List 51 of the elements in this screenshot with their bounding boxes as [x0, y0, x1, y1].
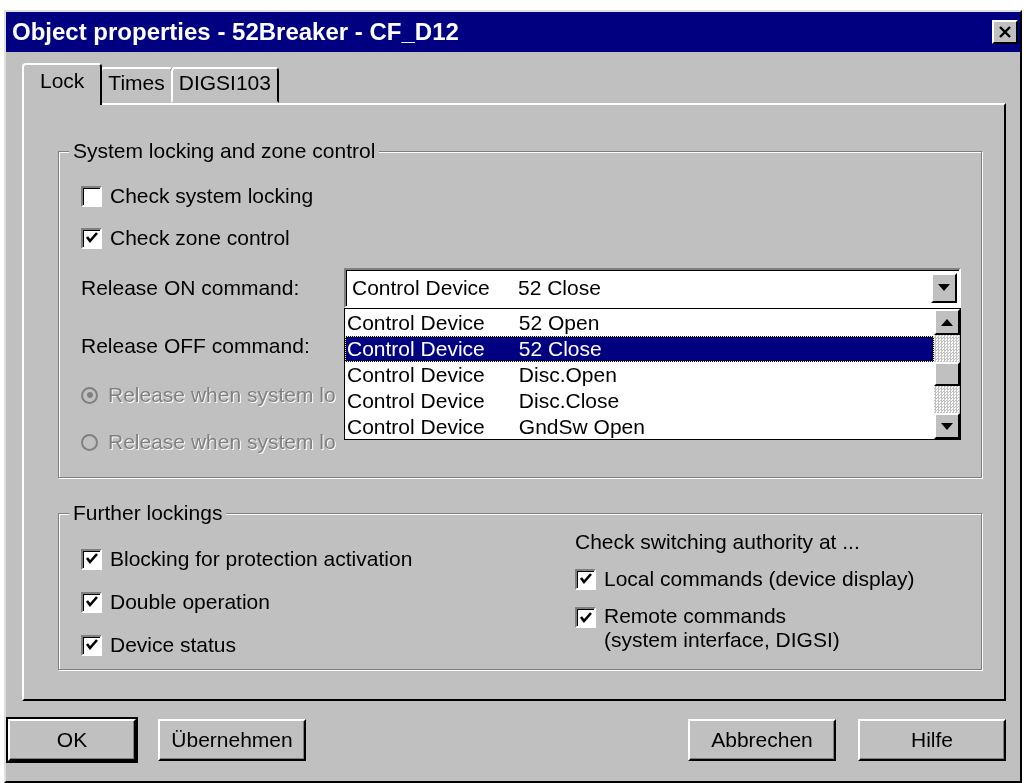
checkbox[interactable]: [81, 548, 102, 570]
radio-label: Release when system lo: [108, 383, 336, 407]
list-item[interactable]: Control Device 52 Close: [345, 336, 934, 362]
scroll-up-button[interactable]: [934, 309, 960, 335]
list-item[interactable]: Control Device GndSw Open: [345, 414, 934, 440]
checkbox[interactable]: [81, 634, 102, 656]
caret-icon: [938, 284, 950, 292]
close-button[interactable]: [992, 20, 1018, 44]
checkbox[interactable]: [575, 607, 596, 628]
tab[interactable]: Lock: [22, 63, 103, 105]
dropdown-value: 52 Close: [518, 276, 601, 300]
dialog-button[interactable]: OK: [8, 719, 136, 761]
caret-icon: [941, 422, 953, 430]
close-icon: [998, 26, 1012, 38]
section-label: Check switching authority at ...: [575, 530, 861, 554]
dropdown-field[interactable]: Control Device 52 Close: [344, 268, 961, 308]
checkbox-label: (system interface, DIGSI): [604, 628, 840, 652]
dialog-button[interactable]: Übernehmen: [158, 719, 306, 761]
checkbox-label: Blocking for protection activation: [110, 547, 413, 571]
radio-label: Release when system lo: [108, 430, 336, 454]
scroll-down-button[interactable]: [934, 413, 960, 439]
checkbox[interactable]: [81, 591, 102, 613]
checkbox-label: Check system locking: [110, 184, 314, 208]
check-icon: [84, 595, 99, 609]
check-icon: [578, 610, 593, 625]
dialog-button[interactable]: Abbrechen: [688, 719, 836, 761]
dropdown-value: Control Device: [352, 276, 491, 300]
check-icon: [578, 572, 593, 586]
checkbox-label: Local commands (device display): [604, 567, 915, 591]
window-title: Object properties - 52Breaker - CF_D12: [12, 18, 459, 46]
field-label: Release OFF command:: [81, 334, 311, 358]
list-item[interactable]: Control Device Disc.Open: [345, 362, 934, 388]
checkbox-label: Device status: [110, 633, 237, 657]
list-item[interactable]: Control Device Disc.Close: [345, 388, 934, 414]
list-item[interactable]: Control Device 52 Open: [345, 310, 934, 336]
checkbox-label: Check zone control: [110, 226, 290, 250]
dropdown-arrow-button[interactable]: [931, 273, 957, 303]
checkbox[interactable]: [81, 227, 102, 249]
check-icon: [84, 552, 99, 566]
scroll-thumb[interactable]: [934, 362, 960, 386]
checkbox[interactable]: [81, 185, 102, 207]
checkbox-label: Remote commands: [604, 604, 788, 628]
caret-icon: [941, 318, 953, 326]
scrollbar[interactable]: [934, 309, 960, 439]
tab[interactable]: DIGSI103: [170, 67, 279, 103]
checkbox[interactable]: [575, 568, 596, 590]
checkbox-label: Double operation: [110, 590, 270, 614]
check-icon: [84, 231, 99, 245]
dialog-button[interactable]: Hilfe: [858, 719, 1006, 761]
field-label: Release ON command:: [81, 276, 301, 300]
check-icon: [84, 638, 99, 652]
